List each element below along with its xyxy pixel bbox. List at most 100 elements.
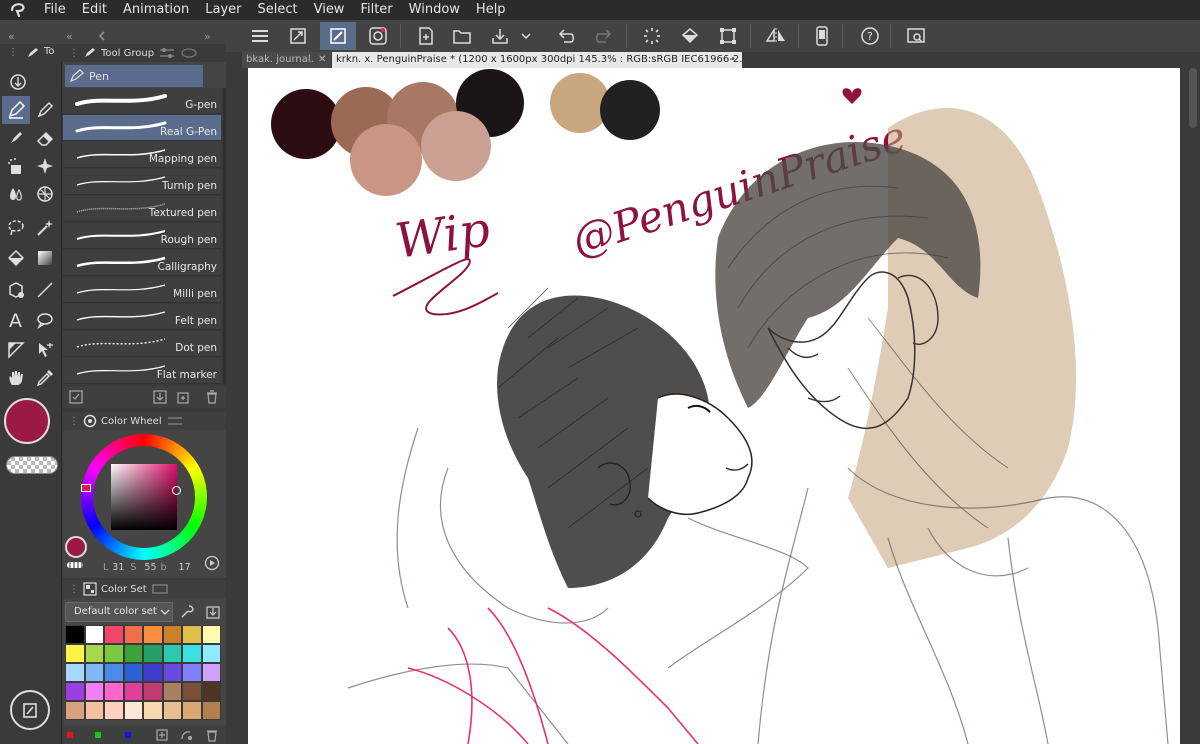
color-swatch[interactable] bbox=[104, 644, 124, 663]
color-swatch[interactable] bbox=[182, 663, 202, 682]
color-swatch[interactable] bbox=[162, 663, 182, 682]
brush-felt-pen[interactable]: Felt pen bbox=[63, 304, 221, 330]
saturation-brightness-square[interactable] bbox=[111, 464, 177, 530]
menu-edit[interactable]: Edit bbox=[74, 0, 115, 20]
brush-textured-pen[interactable]: Textured pen bbox=[63, 196, 221, 222]
gradient-tool-icon[interactable] bbox=[31, 244, 59, 272]
brush-calligraphy[interactable]: Calligraphy bbox=[63, 250, 221, 276]
color-picker-play-icon[interactable] bbox=[204, 555, 220, 571]
color-swatch[interactable] bbox=[84, 625, 104, 644]
smartphone-icon[interactable] bbox=[808, 22, 836, 50]
color-set-title[interactable]: Color Set bbox=[101, 584, 147, 595]
pen-tool-icon[interactable] bbox=[2, 96, 30, 124]
color-swatch[interactable] bbox=[104, 701, 124, 720]
color-sliders-icon[interactable] bbox=[166, 415, 184, 427]
main-color-swatch[interactable] bbox=[4, 398, 50, 444]
color-swatch[interactable] bbox=[123, 701, 143, 720]
help-icon[interactable]: ? bbox=[856, 22, 884, 50]
settings-sliders-icon[interactable] bbox=[158, 47, 176, 59]
fill-tool-icon[interactable] bbox=[2, 244, 30, 272]
transparent-color-swatch[interactable] bbox=[6, 456, 58, 474]
color-swatch[interactable] bbox=[123, 625, 143, 644]
color-swatch[interactable] bbox=[65, 663, 85, 682]
brush-stabilizer-icon[interactable] bbox=[320, 22, 356, 50]
color-swatch[interactable] bbox=[104, 625, 124, 644]
brush-flat-marker[interactable]: Flat marker bbox=[63, 358, 221, 384]
canvas-area[interactable]: Wip @PenguinPraise bbox=[242, 68, 1200, 744]
canvas-paper[interactable]: Wip @PenguinPraise bbox=[248, 68, 1180, 744]
color-swatch[interactable] bbox=[182, 682, 202, 701]
edit-mode-icon[interactable] bbox=[10, 690, 50, 730]
subtool-options-icon[interactable] bbox=[69, 390, 83, 404]
download-icon[interactable] bbox=[153, 390, 167, 404]
brush-milli-pen[interactable]: Milli pen bbox=[63, 277, 221, 303]
trash-icon[interactable] bbox=[205, 390, 219, 404]
marker-tool-icon[interactable] bbox=[2, 124, 30, 152]
pen-group-tab[interactable]: Pen bbox=[65, 65, 203, 87]
object-select-icon[interactable] bbox=[31, 336, 59, 364]
magic-wand-icon[interactable] bbox=[31, 214, 59, 242]
color-swatch[interactable] bbox=[65, 701, 85, 720]
text-tool-icon[interactable]: A bbox=[2, 306, 30, 334]
fill-bucket-icon[interactable] bbox=[676, 22, 704, 50]
color-swatch[interactable] bbox=[201, 644, 221, 663]
undo-icon[interactable] bbox=[552, 22, 580, 50]
brush-dot-pen[interactable]: Dot pen bbox=[63, 331, 221, 357]
menu-help[interactable]: Help bbox=[468, 0, 514, 20]
link-icon[interactable] bbox=[180, 47, 198, 59]
add-color-icon[interactable] bbox=[155, 728, 169, 742]
app-logo-icon[interactable] bbox=[0, 0, 36, 20]
color-swatch[interactable] bbox=[84, 701, 104, 720]
hamburger-menu-icon[interactable] bbox=[246, 22, 274, 50]
fit-view-icon[interactable] bbox=[284, 22, 312, 50]
color-swatch[interactable] bbox=[182, 644, 202, 663]
color-swatch[interactable] bbox=[143, 644, 163, 663]
tool-group-tab[interactable]: Tool Group bbox=[101, 48, 154, 59]
color-swatch[interactable] bbox=[104, 682, 124, 701]
menu-layer[interactable]: Layer bbox=[197, 0, 249, 20]
menu-filter[interactable]: Filter bbox=[352, 0, 400, 20]
brush-mapping-pen[interactable]: Mapping pen bbox=[63, 142, 221, 168]
canvas-scrollbar[interactable] bbox=[1186, 68, 1200, 744]
menu-window[interactable]: Window bbox=[401, 0, 468, 20]
color-swatch[interactable] bbox=[84, 644, 104, 663]
color-swatch[interactable] bbox=[143, 663, 163, 682]
scrollbar-thumb[interactable] bbox=[1189, 68, 1197, 128]
close-tab-icon[interactable]: ✕ bbox=[315, 52, 331, 68]
tool-tab-label[interactable]: To bbox=[44, 46, 55, 57]
color-swatch[interactable] bbox=[84, 682, 104, 701]
blend-tool-icon[interactable] bbox=[2, 180, 30, 208]
color-swatch[interactable] bbox=[182, 625, 202, 644]
flip-horizontal-icon[interactable] bbox=[762, 22, 790, 50]
brush-real-g-pen[interactable]: Real G-Pen bbox=[63, 115, 221, 141]
redo-icon[interactable] bbox=[590, 22, 618, 50]
color-wheel-title[interactable]: Color Wheel bbox=[101, 416, 162, 427]
color-swatch[interactable] bbox=[123, 663, 143, 682]
color-swatch[interactable] bbox=[162, 625, 182, 644]
speech-balloon-icon[interactable] bbox=[31, 306, 59, 334]
color-swatch[interactable] bbox=[182, 701, 202, 720]
color-swatch[interactable] bbox=[65, 625, 85, 644]
mini-transparent-swatch[interactable] bbox=[67, 562, 83, 568]
lasso-tool-icon[interactable] bbox=[2, 214, 30, 242]
menu-select[interactable]: Select bbox=[249, 0, 305, 20]
color-swatch[interactable] bbox=[201, 625, 221, 644]
tab-modified-dot-icon[interactable]: • bbox=[730, 52, 736, 68]
brush-rough-pen[interactable]: Rough pen bbox=[63, 223, 221, 249]
tab-krkn-penguinpraise[interactable]: krkn. x. PenguinPraise * (1200 x 1600px … bbox=[332, 52, 742, 68]
airbrush-tool-icon[interactable] bbox=[2, 152, 30, 180]
color-set-dropdown[interactable]: Default color set bbox=[65, 602, 173, 622]
color-swatch[interactable] bbox=[201, 663, 221, 682]
color-swatch[interactable] bbox=[201, 701, 221, 720]
replace-color-icon[interactable] bbox=[179, 728, 193, 742]
color-swatch[interactable] bbox=[201, 682, 221, 701]
color-swatch[interactable] bbox=[162, 701, 182, 720]
eraser-tool-icon[interactable] bbox=[31, 124, 59, 152]
decoration-tool-icon[interactable] bbox=[31, 152, 59, 180]
menu-animation[interactable]: Animation bbox=[115, 0, 197, 20]
hue-cursor[interactable] bbox=[81, 484, 91, 492]
color-swatch[interactable] bbox=[65, 644, 85, 663]
hand-tool-icon[interactable] bbox=[2, 364, 30, 392]
import-color-icon[interactable] bbox=[205, 604, 221, 620]
spiral-icon[interactable] bbox=[364, 22, 392, 50]
